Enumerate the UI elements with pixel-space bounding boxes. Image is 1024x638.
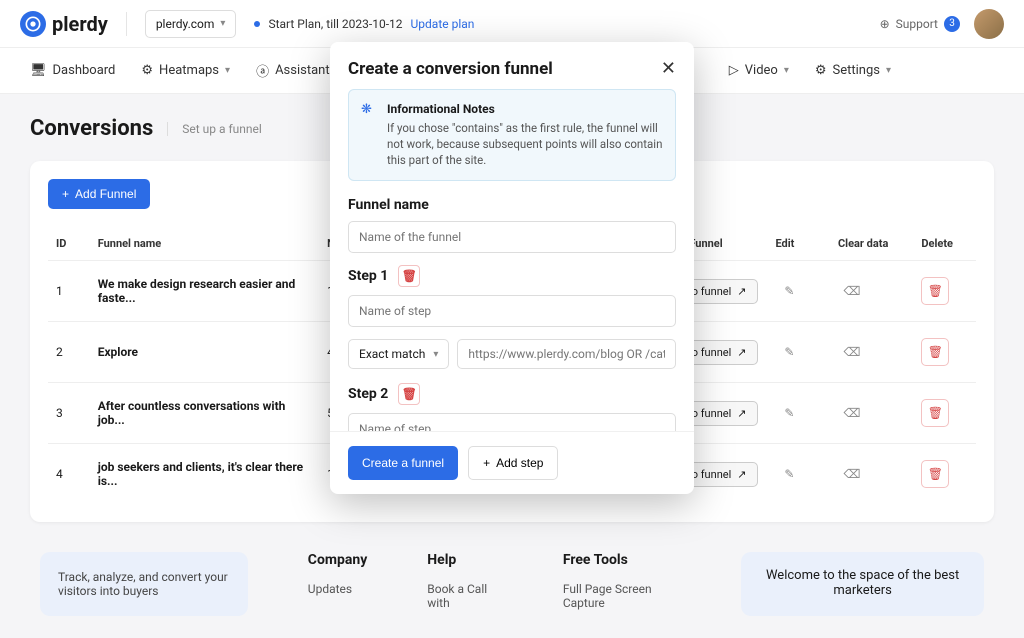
footer-company-title: Company: [308, 552, 367, 568]
chevron-down-icon: ▾: [220, 18, 225, 29]
delete-step1-button[interactable]: 🗑: [398, 265, 420, 287]
plus-icon: +: [62, 187, 69, 201]
modal-title: Create a conversion funnel: [348, 59, 553, 79]
page-subtitle: Set up a funnel: [167, 122, 262, 136]
avatar[interactable]: [974, 9, 1004, 39]
nav-heatmaps[interactable]: ⚙Heatmaps▾: [141, 63, 230, 78]
external-link-icon: ↗: [737, 407, 746, 420]
logo[interactable]: plerdy: [20, 11, 108, 37]
support-link[interactable]: ⊕ Support 3: [880, 16, 960, 32]
info-icon: ❋: [361, 102, 377, 118]
external-link-icon: ↗: [737, 285, 746, 298]
video-icon: ▷: [729, 63, 739, 78]
clear-data-button[interactable]: ⌫: [838, 460, 866, 488]
nav-settings[interactable]: ⚙Settings▾: [815, 63, 891, 78]
welcome-box: Welcome to the space of the best markete…: [741, 552, 984, 616]
dot-icon: [254, 21, 260, 27]
support-badge: 3: [944, 16, 960, 32]
delete-button[interactable]: 🗑: [921, 460, 949, 488]
edit-button[interactable]: ✎: [775, 460, 803, 488]
info-text: If you chose "contains" as the first rul…: [387, 120, 663, 168]
th-clear: Clear data: [830, 227, 913, 261]
footer-company-item[interactable]: Updates: [308, 582, 367, 596]
delete-button[interactable]: 🗑: [921, 277, 949, 305]
add-funnel-button[interactable]: +Add Funnel: [48, 179, 150, 209]
th-edit: Edit: [767, 227, 830, 261]
th-delete: Delete: [913, 227, 976, 261]
footer: Track, analyze, and convert your visitor…: [30, 552, 994, 616]
topbar: plerdy plerdy.com ▾ Start Plan, till 202…: [0, 0, 1024, 48]
add-step-button[interactable]: +Add step: [468, 446, 558, 480]
row-id: 1: [48, 261, 90, 322]
chevron-down-icon: ▾: [886, 65, 891, 76]
footer-tools-title: Free Tools: [563, 552, 681, 568]
monitor-icon: 🖥: [30, 63, 47, 78]
row-id: 4: [48, 444, 90, 505]
info-title: Informational Notes: [387, 102, 663, 116]
chevron-down-icon: ▾: [433, 349, 438, 360]
row-name: Explore: [90, 322, 319, 383]
delete-button[interactable]: 🗑: [921, 399, 949, 427]
ai-icon: ⓐ: [256, 61, 269, 80]
th-name: Funnel name: [90, 227, 319, 261]
funnel-name-input[interactable]: [348, 221, 676, 253]
step1-label: Step 1: [348, 268, 388, 284]
create-funnel-modal: Create a conversion funnel ✕ ❋ Informati…: [330, 42, 694, 494]
clear-data-button[interactable]: ⌫: [838, 277, 866, 305]
logo-icon: [20, 11, 46, 37]
step1-name-input[interactable]: [348, 295, 676, 327]
step1-match-select[interactable]: Exact match▾: [348, 339, 449, 369]
step2-label: Step 2: [348, 386, 388, 402]
delete-step2-button[interactable]: 🗑: [398, 383, 420, 405]
footer-tools-item[interactable]: Full Page Screen Capture: [563, 582, 681, 610]
footer-tagline: Track, analyze, and convert your visitor…: [40, 552, 248, 616]
step1-url-input[interactable]: [457, 339, 676, 369]
step2-name-input[interactable]: [348, 413, 676, 431]
clear-data-button[interactable]: ⌫: [838, 399, 866, 427]
plus-icon: +: [483, 456, 490, 470]
brand-name: plerdy: [52, 12, 108, 36]
edit-button[interactable]: ✎: [775, 338, 803, 366]
row-id: 2: [48, 322, 90, 383]
create-funnel-button[interactable]: Create a funnel: [348, 446, 458, 480]
th-id: ID: [48, 227, 90, 261]
nav-dashboard[interactable]: 🖥Dashboard: [30, 63, 115, 78]
row-name: We make design research easier and faste…: [90, 261, 319, 322]
footer-help-item[interactable]: Book a Call with: [427, 582, 503, 610]
chevron-down-icon: ▾: [225, 65, 230, 76]
row-name: job seekers and clients, it's clear ther…: [90, 444, 319, 505]
update-plan-link[interactable]: Update plan: [411, 17, 475, 31]
plan-info: Start Plan, till 2023-10-12 Update plan: [254, 17, 474, 31]
funnel-name-label: Funnel name: [348, 197, 676, 213]
external-link-icon: ↗: [737, 346, 746, 359]
domain-select[interactable]: plerdy.com ▾: [145, 10, 237, 38]
edit-button[interactable]: ✎: [775, 399, 803, 427]
row-name: After countless conversations with job..…: [90, 383, 319, 444]
row-id: 3: [48, 383, 90, 444]
heatmap-icon: ⚙: [141, 63, 153, 78]
edit-button[interactable]: ✎: [775, 277, 803, 305]
external-link-icon: ↗: [737, 468, 746, 481]
chevron-down-icon: ▾: [784, 65, 789, 76]
delete-button[interactable]: 🗑: [921, 338, 949, 366]
page-title: Conversions: [30, 116, 153, 141]
support-icon: ⊕: [880, 17, 890, 31]
footer-help-title: Help: [427, 552, 503, 568]
nav-video[interactable]: ▷Video▾: [729, 63, 789, 78]
info-box: ❋ Informational Notes If you chose "cont…: [348, 89, 676, 181]
clear-data-button[interactable]: ⌫: [838, 338, 866, 366]
gear-icon: ⚙: [815, 63, 827, 78]
close-icon[interactable]: ✕: [661, 58, 676, 79]
